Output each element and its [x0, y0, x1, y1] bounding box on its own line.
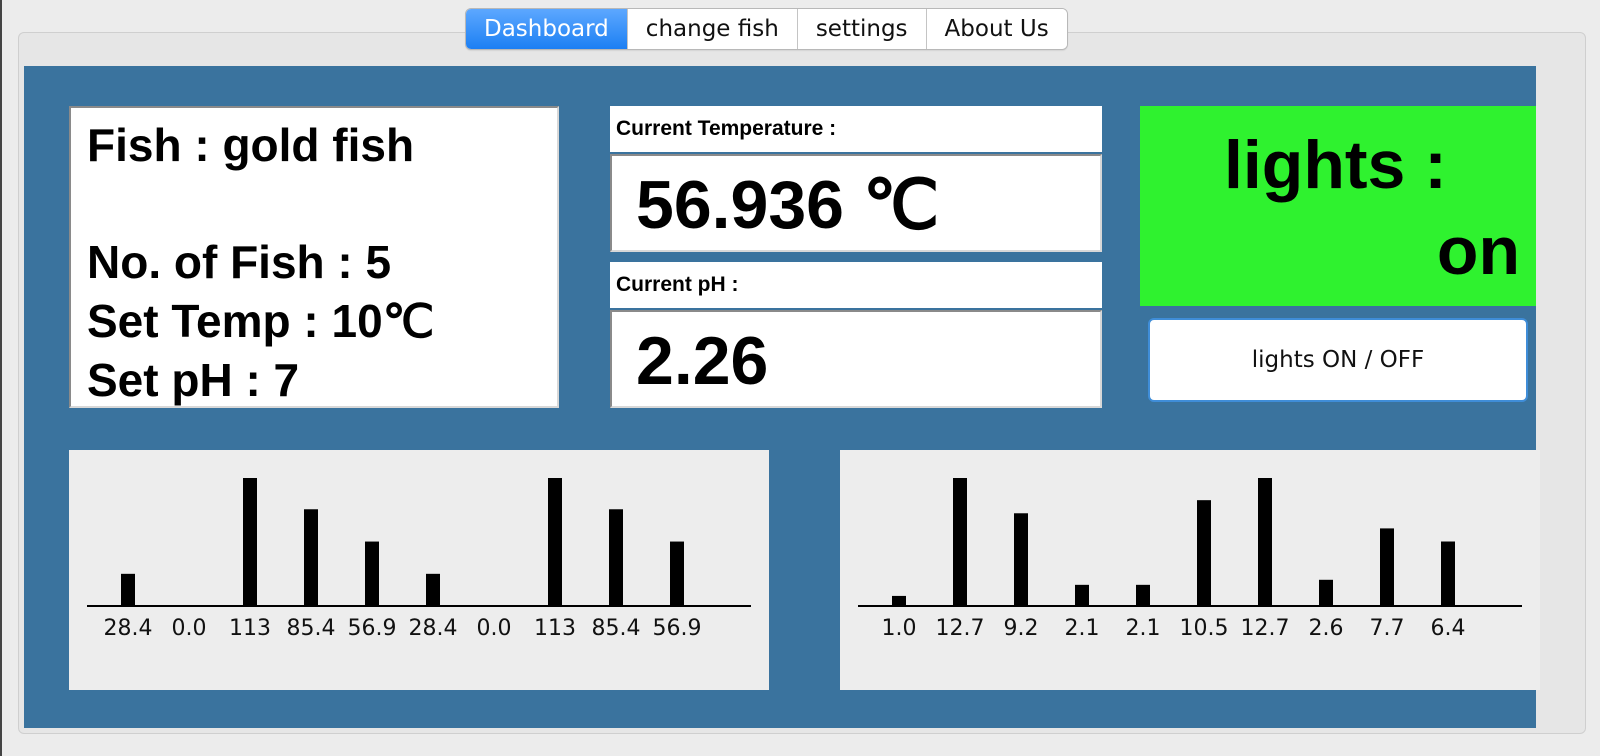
temperature-label: Current Temperature : — [610, 106, 1102, 152]
ph-chart-tick-label: 12.7 — [1241, 616, 1290, 641]
temp-chart-bar — [365, 541, 379, 606]
ph-chart-bar — [1075, 584, 1089, 606]
ph-chart-tick-label: 10.5 — [1180, 616, 1229, 641]
lights-state: on — [1436, 213, 1520, 289]
temp-chart-tick-label: 113 — [229, 616, 271, 641]
ph-label: Current pH : — [610, 262, 1102, 308]
temp-chart-bar — [426, 573, 440, 606]
temp-chart-tick-label: 0.0 — [172, 616, 207, 641]
temp-chart-bar — [304, 509, 318, 606]
ph-chart-tick-label: 12.7 — [936, 616, 985, 641]
fish-info-panel: Fish : gold fish No. of Fish : 5 Set Tem… — [69, 106, 559, 408]
temp-chart-tick-label: 28.4 — [409, 616, 458, 641]
set-ph: Set pH : 7 — [87, 354, 300, 406]
ph-chart-svg: 1.0 12.7 9.2 2.1 2.1 10.5 12.7 2.6 7.7 6.4 — [858, 478, 1522, 641]
temperature-value: 56.936 ℃ — [610, 154, 1102, 252]
ph-chart-tick-label: 1.0 — [882, 616, 917, 641]
temperature-history-chart: 28.4 0.0 113 85.4 56.9 28.4 0.0 113 85.4 56.9 — [69, 450, 769, 690]
ph-chart-bar — [1380, 528, 1394, 606]
ph-chart-tick-label: 2.1 — [1126, 616, 1161, 641]
ph-chart-bar — [1014, 513, 1028, 606]
temp-chart-tick-label: 113 — [534, 616, 576, 641]
ph-chart-bar — [1136, 584, 1150, 606]
ph-chart-tick-label: 7.7 — [1370, 616, 1405, 641]
tab-dashboard[interactable]: Dashboard — [466, 9, 628, 49]
temp-chart-bar — [243, 478, 257, 606]
ph-chart-tick-label: 2.6 — [1309, 616, 1344, 641]
lights-toggle-button[interactable]: lights ON / OFF — [1148, 318, 1528, 402]
temperature-chart-svg: 28.4 0.0 113 85.4 56.9 28.4 0.0 113 85.4 56.9 — [87, 478, 751, 641]
ph-chart-tick-label: 9.2 — [1004, 616, 1039, 641]
tab-change-fish[interactable]: change fish — [627, 9, 798, 49]
ph-chart-bar — [892, 595, 906, 606]
temp-chart-bar — [609, 509, 623, 606]
dashboard-panel: Fish : gold fish No. of Fish : 5 Set Tem… — [24, 66, 1540, 728]
window-left-edge — [0, 0, 2, 756]
tab-bar: Dashboard change fish settings About Us — [465, 8, 1068, 50]
temp-chart-tick-label: 56.9 — [653, 616, 702, 641]
temp-chart-tick-label: 85.4 — [592, 616, 641, 641]
temp-chart-bar — [670, 541, 684, 606]
set-temperature: Set Temp : 10℃ — [87, 295, 435, 347]
ph-chart-bar — [1258, 478, 1272, 606]
fish-name: Fish : gold fish — [87, 119, 415, 171]
fish-count: No. of Fish : 5 — [87, 236, 392, 288]
temp-chart-bar — [121, 573, 135, 606]
lights-status-panel: lights : on — [1140, 106, 1536, 306]
ph-value: 2.26 — [610, 310, 1102, 408]
ph-chart-tick-label: 6.4 — [1431, 616, 1466, 641]
temp-chart-tick-label: 85.4 — [287, 616, 336, 641]
ph-chart-bar — [953, 478, 967, 606]
tab-about-us[interactable]: About Us — [926, 9, 1067, 49]
ph-history-chart: 1.0 12.7 9.2 2.1 2.1 10.5 12.7 2.6 7.7 6.4 — [840, 450, 1540, 690]
lights-title: lights : — [1224, 127, 1447, 203]
temp-chart-tick-label: 28.4 — [104, 616, 153, 641]
ph-chart-bar — [1441, 541, 1455, 606]
ph-chart-bar — [1197, 500, 1211, 606]
temp-chart-bar — [548, 478, 562, 606]
tab-settings[interactable]: settings — [797, 9, 927, 49]
ph-chart-tick-label: 2.1 — [1065, 616, 1100, 641]
ph-chart-bar — [1319, 579, 1333, 606]
temp-chart-tick-label: 0.0 — [477, 616, 512, 641]
temp-chart-tick-label: 56.9 — [348, 616, 397, 641]
